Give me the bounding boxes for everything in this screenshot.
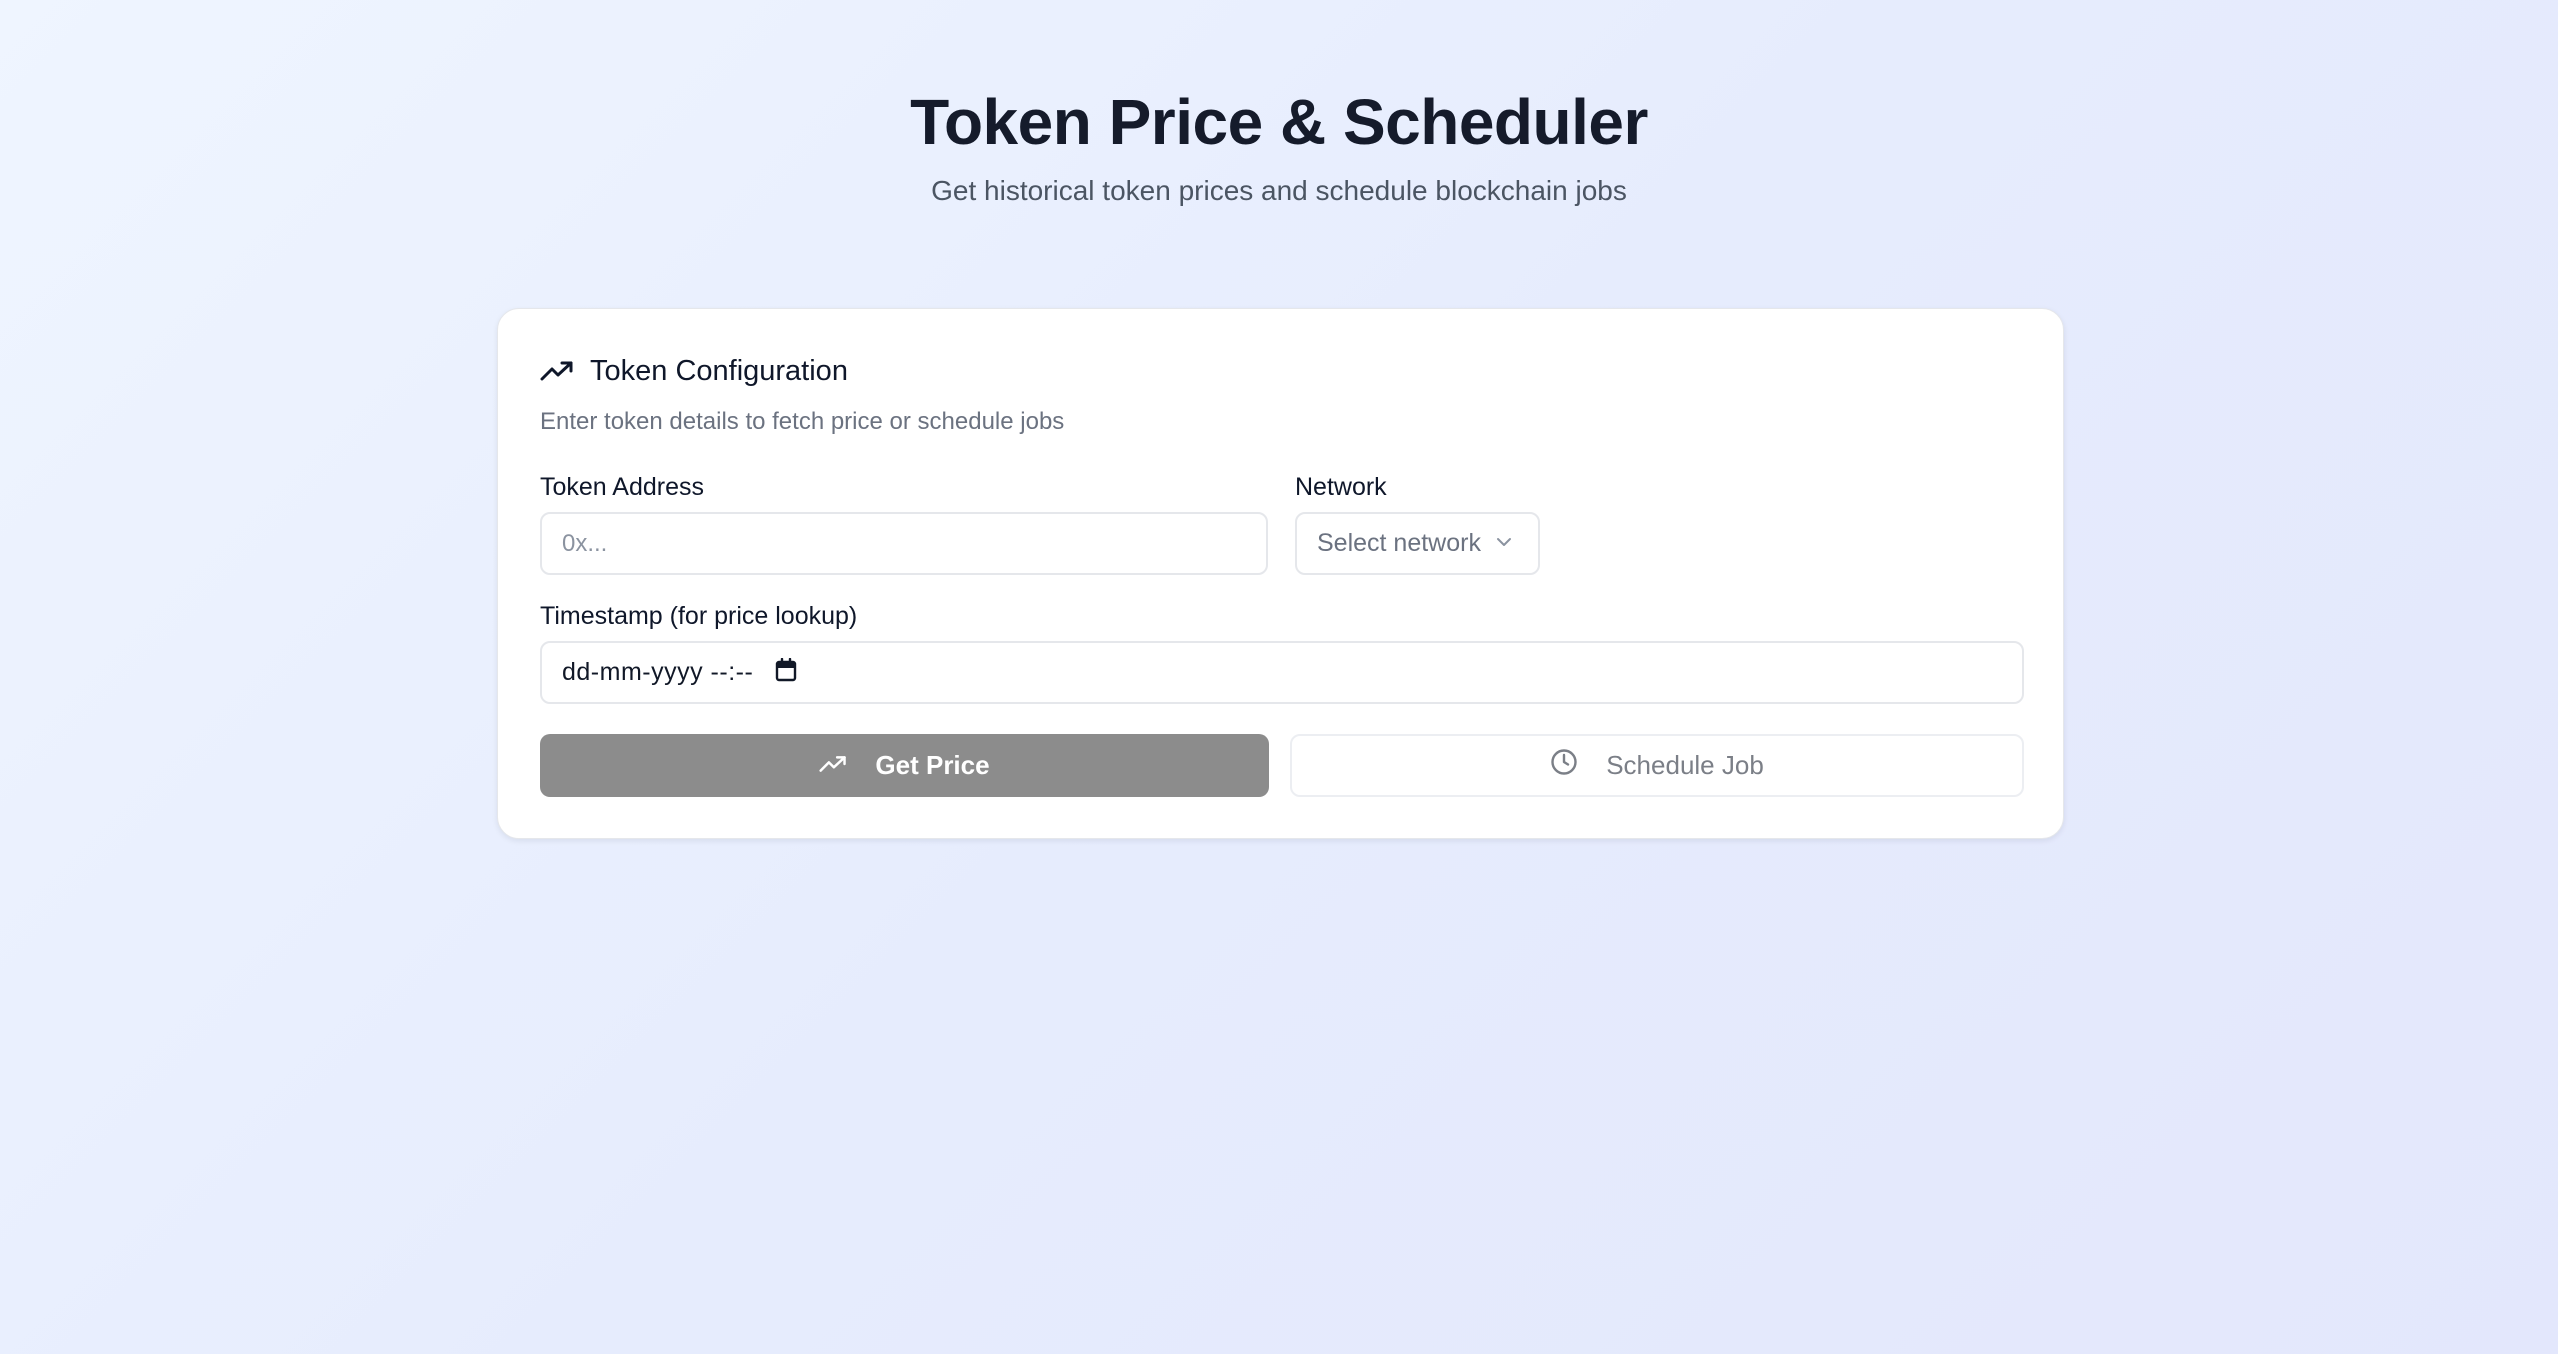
token-address-label: Token Address <box>540 473 704 501</box>
get-price-label: Get Price <box>875 750 990 780</box>
network-label: Network <box>1295 473 1387 501</box>
page-subtitle: Get historical token prices and schedule… <box>931 175 1627 206</box>
clock-icon <box>1550 748 1578 783</box>
card-header: Token Configuration <box>540 351 848 391</box>
network-select[interactable]: Select network <box>1295 512 1540 575</box>
schedule-job-button[interactable]: Schedule Job <box>1290 734 2024 797</box>
page-header: Token Price & Scheduler Get historical t… <box>0 80 2558 210</box>
timestamp-value: dd-mm-yyyy --:-- <box>562 658 754 686</box>
card-subtitle: Enter token details to fetch price or sc… <box>540 408 1065 435</box>
token-configuration-card: Token Configuration Enter token details … <box>497 308 2064 839</box>
get-price-button[interactable]: Get Price <box>540 734 1269 797</box>
token-address-input[interactable] <box>540 512 1268 575</box>
timestamp-input[interactable]: dd-mm-yyyy --:-- <box>540 641 2024 704</box>
trending-up-icon <box>819 750 847 781</box>
calendar-icon[interactable] <box>775 657 797 687</box>
timestamp-label: Timestamp (for price lookup) <box>540 602 858 630</box>
schedule-job-label: Schedule Job <box>1606 750 1764 780</box>
network-select-value: Select network <box>1317 529 1481 557</box>
page-title: Token Price & Scheduler <box>910 86 1648 158</box>
card-title: Token Configuration <box>590 355 848 387</box>
chevron-down-icon <box>1495 535 1513 553</box>
trending-up-icon <box>540 359 574 383</box>
